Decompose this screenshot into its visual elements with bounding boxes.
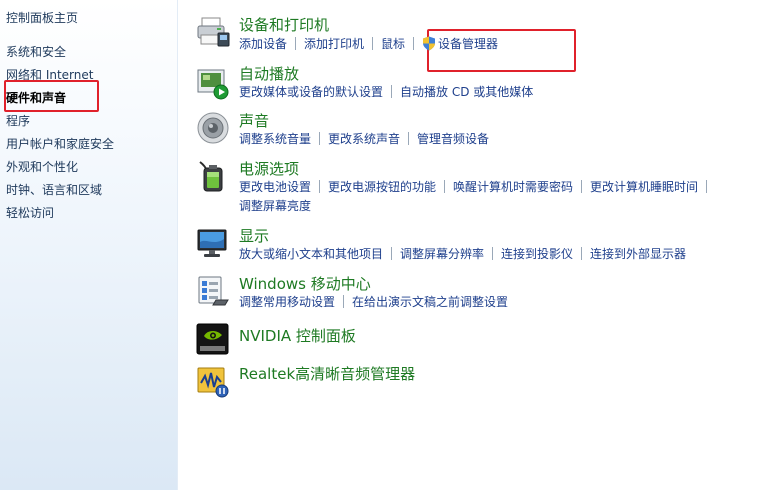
link-separator <box>413 37 415 50</box>
link-separator <box>391 85 393 98</box>
link-change-battery-settings[interactable]: 更改电池设置 <box>239 180 311 194</box>
link-require-password-wake[interactable]: 唤醒计算机时需要密码 <box>453 180 573 194</box>
link-separator <box>372 37 374 50</box>
category-links-autoplay: 更改媒体或设备的默认设置 自动播放 CD 或其他媒体 <box>239 84 533 100</box>
sidebar-item-user-accounts[interactable]: 用户帐户和家庭安全 <box>6 135 114 152</box>
autoplay-icon[interactable] <box>196 66 230 100</box>
link-separator <box>706 180 708 193</box>
link-change-system-sounds[interactable]: 更改系统声音 <box>328 132 400 146</box>
link-separator <box>444 180 446 193</box>
category-title-mobility-center[interactable]: Windows 移动中心 <box>239 273 371 294</box>
link-separator <box>408 132 410 145</box>
link-separator <box>492 247 494 260</box>
sidebar-item-system-security[interactable]: 系统和安全 <box>6 43 66 60</box>
highlight-box-sidebar <box>4 80 99 112</box>
link-adjust-mobility-settings[interactable]: 调整常用移动设置 <box>239 295 335 309</box>
link-adjust-resolution[interactable]: 调整屏幕分辨率 <box>400 247 484 261</box>
category-title-sound[interactable]: 声音 <box>239 110 269 131</box>
link-separator <box>319 180 321 193</box>
link-change-power-buttons[interactable]: 更改电源按钮的功能 <box>328 180 436 194</box>
link-presentation-settings[interactable]: 在给出演示文稿之前调整设置 <box>352 295 508 309</box>
category-title-autoplay[interactable]: 自动播放 <box>239 63 299 84</box>
mobility-center-icon[interactable] <box>196 274 230 308</box>
category-links-devices-printers: 添加设备 添加打印机 鼠标 设备管理器 <box>239 36 498 52</box>
category-links-power-options: 更改电池设置 更改电源按钮的功能 唤醒计算机时需要密码 更改计算机睡眠时间 <box>239 179 715 195</box>
link-separator <box>581 180 583 193</box>
category-title-display[interactable]: 显示 <box>239 225 269 246</box>
link-adjust-brightness[interactable]: 调整屏幕亮度 <box>239 199 311 213</box>
category-title-nvidia[interactable]: NVIDIA 控制面板 <box>239 325 356 346</box>
category-title-realtek[interactable]: Realtek高清晰音频管理器 <box>239 363 415 384</box>
sidebar-item-ease-of-access[interactable]: 轻松访问 <box>6 204 54 221</box>
link-change-sleep-time[interactable]: 更改计算机睡眠时间 <box>590 180 698 194</box>
speaker-icon[interactable] <box>196 111 230 145</box>
monitor-icon[interactable] <box>196 226 230 260</box>
printer-icon[interactable] <box>196 15 230 49</box>
shield-icon <box>422 36 436 51</box>
realtek-icon[interactable] <box>196 365 230 399</box>
link-manage-audio-devices[interactable]: 管理音频设备 <box>417 132 489 146</box>
link-separator <box>581 247 583 260</box>
category-title-devices-printers[interactable]: 设备和打印机 <box>239 14 329 35</box>
battery-icon[interactable] <box>196 159 230 193</box>
link-separator <box>319 132 321 145</box>
link-connect-external-display[interactable]: 连接到外部显示器 <box>590 247 686 261</box>
sidebar-item-appearance[interactable]: 外观和个性化 <box>6 158 78 175</box>
category-links-mobility-center: 调整常用移动设置 在给出演示文稿之前调整设置 <box>239 294 508 310</box>
link-device-manager[interactable]: 设备管理器 <box>438 37 498 51</box>
nvidia-icon[interactable] <box>196 321 230 355</box>
category-links-sound: 调整系统音量 更改系统声音 管理音频设备 <box>239 131 489 147</box>
category-title-power-options[interactable]: 电源选项 <box>239 158 299 179</box>
sidebar: 控制面板主页 系统和安全 网络和 Internet 硬件和声音 程序 用户帐户和… <box>0 0 178 490</box>
link-separator <box>295 37 297 50</box>
sidebar-item-clock-language[interactable]: 时钟、语言和区域 <box>6 181 102 198</box>
link-adjust-volume[interactable]: 调整系统音量 <box>239 132 311 146</box>
category-links-power-options-row2: 调整屏幕亮度 <box>239 198 311 214</box>
link-mouse[interactable]: 鼠标 <box>381 37 405 51</box>
link-connect-projector[interactable]: 连接到投影仪 <box>501 247 573 261</box>
sidebar-item-programs[interactable]: 程序 <box>6 112 30 129</box>
link-resize-text[interactable]: 放大或缩小文本和其他项目 <box>239 247 383 261</box>
link-separator <box>343 295 345 308</box>
link-separator <box>391 247 393 260</box>
link-add-device[interactable]: 添加设备 <box>239 37 287 51</box>
control-panel-home-link[interactable]: 控制面板主页 <box>6 9 78 26</box>
link-autoplay-cd[interactable]: 自动播放 CD 或其他媒体 <box>400 85 533 99</box>
category-links-display: 放大或缩小文本和其他项目 调整屏幕分辨率 连接到投影仪 连接到外部显示器 <box>239 246 686 262</box>
link-add-printer[interactable]: 添加打印机 <box>304 37 364 51</box>
link-change-media-defaults[interactable]: 更改媒体或设备的默认设置 <box>239 85 383 99</box>
